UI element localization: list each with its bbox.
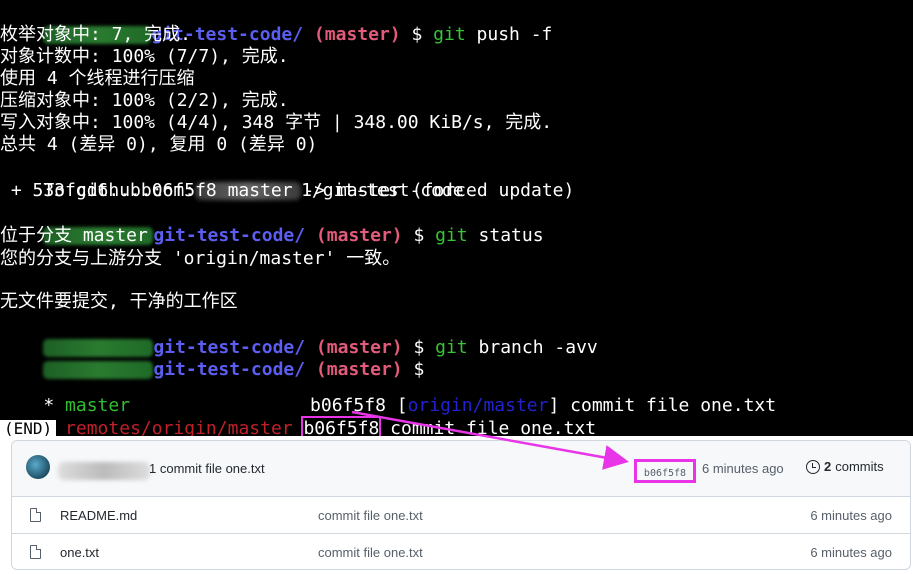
prompt-branch: master xyxy=(324,24,390,45)
command-text: push -f xyxy=(476,24,553,45)
remote-line: To github.com: 1/git-test-code xyxy=(43,180,464,201)
repo-file-list: 1 commit file one.txt b06f5f8 6 minutes … xyxy=(11,440,911,570)
output-line: 使用 4 个线程进行压缩 xyxy=(0,68,195,89)
prompt-line-1: git-test-code/ (master) $ git push -f xyxy=(0,2,552,45)
commits-label: commits xyxy=(835,459,884,474)
branch-row-remote: remotes/origin/master b06f5f8 commit fil… xyxy=(65,416,597,441)
update-line: + 533fcd6...b06f5f8 master -> master (fo… xyxy=(0,180,575,201)
prompt-line-4: git-test-code/ (master) $ xyxy=(0,337,424,380)
branch-row-local: * master b06f5f8 [origin/master] commit f… xyxy=(43,395,777,416)
file-age: 6 minutes ago xyxy=(810,508,892,523)
github-file-browser: 1 commit file one.txt b06f5f8 6 minutes … xyxy=(0,436,913,574)
commits-link[interactable]: 2 commits xyxy=(806,459,884,474)
latest-commit-message[interactable]: 1 commit file one.txt xyxy=(149,461,265,476)
output-line: 总共 4 (差异 0), 复用 0 (差异 0) xyxy=(0,134,318,155)
file-name[interactable]: README.md xyxy=(60,508,137,523)
output-line: 对象计数中: 100% (7/7), 完成. xyxy=(0,46,289,67)
file-icon xyxy=(30,545,41,559)
file-row[interactable]: README.md commit file one.txt 6 minutes … xyxy=(12,497,910,534)
output-line: 压缩对象中: 100% (2/2), 完成. xyxy=(0,90,289,111)
file-icon xyxy=(30,508,41,522)
latest-commit-bar: 1 commit file one.txt b06f5f8 6 minutes … xyxy=(12,441,910,497)
prompt-line-3: git-test-code/ (master) $ git branch -av… xyxy=(0,315,598,358)
output-line: 您的分支与上游分支 'origin/master' 一致。 xyxy=(0,248,401,269)
output-line: 写入对象中: 100% (4/4), 348 字节 | 348.00 KiB/s… xyxy=(0,112,553,133)
file-name[interactable]: one.txt xyxy=(60,545,99,560)
file-row[interactable]: one.txt commit file one.txt 6 minutes ag… xyxy=(12,534,910,569)
commits-count: 2 xyxy=(824,459,832,474)
latest-commit-time[interactable]: 6 minutes ago xyxy=(702,461,784,476)
file-commit-message[interactable]: commit file one.txt xyxy=(318,545,423,560)
history-icon xyxy=(806,459,820,474)
output-line: 无文件要提交, 干净的工作区 xyxy=(0,291,238,312)
file-age: 6 minutes ago xyxy=(810,545,892,560)
avatar[interactable] xyxy=(26,455,50,479)
prompt-line-2: git-test-code/ (master) $ git status xyxy=(0,203,544,246)
file-commit-message[interactable]: commit file one.txt xyxy=(318,508,423,523)
output-line: 枚举对象中: 7, 完成. xyxy=(0,24,192,45)
redacted-author xyxy=(58,462,150,480)
output-line: 位于分支 master xyxy=(0,225,148,246)
terminal-window[interactable]: git-test-code/ (master) $ git push -f 枚举… xyxy=(0,0,913,441)
latest-commit-sha[interactable]: b06f5f8 xyxy=(634,459,696,483)
